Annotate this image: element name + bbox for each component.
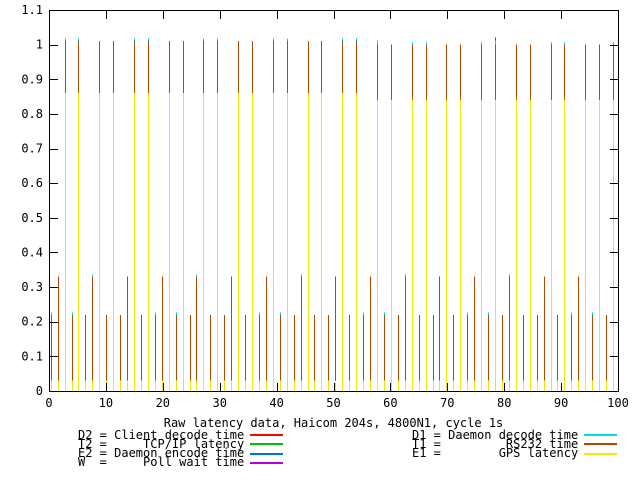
- legend-entry-poll-wait-time: W = Poll wait time: [78, 458, 283, 468]
- y-tick-label: 0.3: [21, 280, 43, 294]
- x-tick-label: 0: [45, 396, 52, 410]
- legend-label: W = Poll wait time: [78, 458, 244, 467]
- x-tick-label: 70: [440, 396, 454, 410]
- x-tick-label: 20: [156, 396, 170, 410]
- y-tick-label: 0.1: [21, 349, 43, 363]
- x-tick-label: 10: [99, 396, 113, 410]
- legend-line-swatch: [584, 453, 617, 455]
- y-tick-label: 0.2: [21, 315, 43, 329]
- legend-line-swatch: [250, 443, 283, 445]
- x-tick-label: 40: [269, 396, 283, 410]
- y-tick-label: 0.4: [21, 245, 43, 259]
- legend-line-swatch: [250, 434, 283, 436]
- y-tick-label: 0.8: [21, 107, 43, 121]
- y-tick-label: 0.9: [21, 72, 43, 86]
- gnuplot-window: 0 0.1 0.2 0.3 0.4 0.5 0.6 0.7 0.8 0.9 1 1.1 0 10 20 30 4…: [0, 0, 640, 480]
- y-tick-label: 1: [36, 38, 43, 52]
- x-tick-label: 100: [607, 396, 629, 410]
- y-tick-label: 0.5: [21, 211, 43, 225]
- y-tick-label: 0.7: [21, 142, 43, 156]
- legend-line-swatch: [250, 453, 283, 455]
- y-tick-label: 0: [36, 384, 43, 398]
- y-tick-label: 1.1: [21, 3, 43, 17]
- legend-label: E1 = GPS latency: [412, 449, 578, 458]
- legend-line-swatch: [250, 462, 283, 464]
- latency-chart: 0 0.1 0.2 0.3 0.4 0.5 0.6 0.7 0.8 0.9 1 1.1 0 10 20 30 4…: [0, 0, 640, 480]
- legend-entry-gps-latency: E1 = GPS latency: [412, 449, 617, 459]
- x-tick-label: 80: [497, 396, 511, 410]
- x-tick-label: 90: [554, 396, 568, 410]
- x-tick-label: 60: [383, 396, 397, 410]
- x-tick-label: 50: [326, 396, 340, 410]
- legend-line-swatch: [584, 443, 617, 445]
- x-tick-label: 30: [212, 396, 226, 410]
- legend-line-swatch: [584, 434, 617, 436]
- y-tick-label: 0.6: [21, 176, 43, 190]
